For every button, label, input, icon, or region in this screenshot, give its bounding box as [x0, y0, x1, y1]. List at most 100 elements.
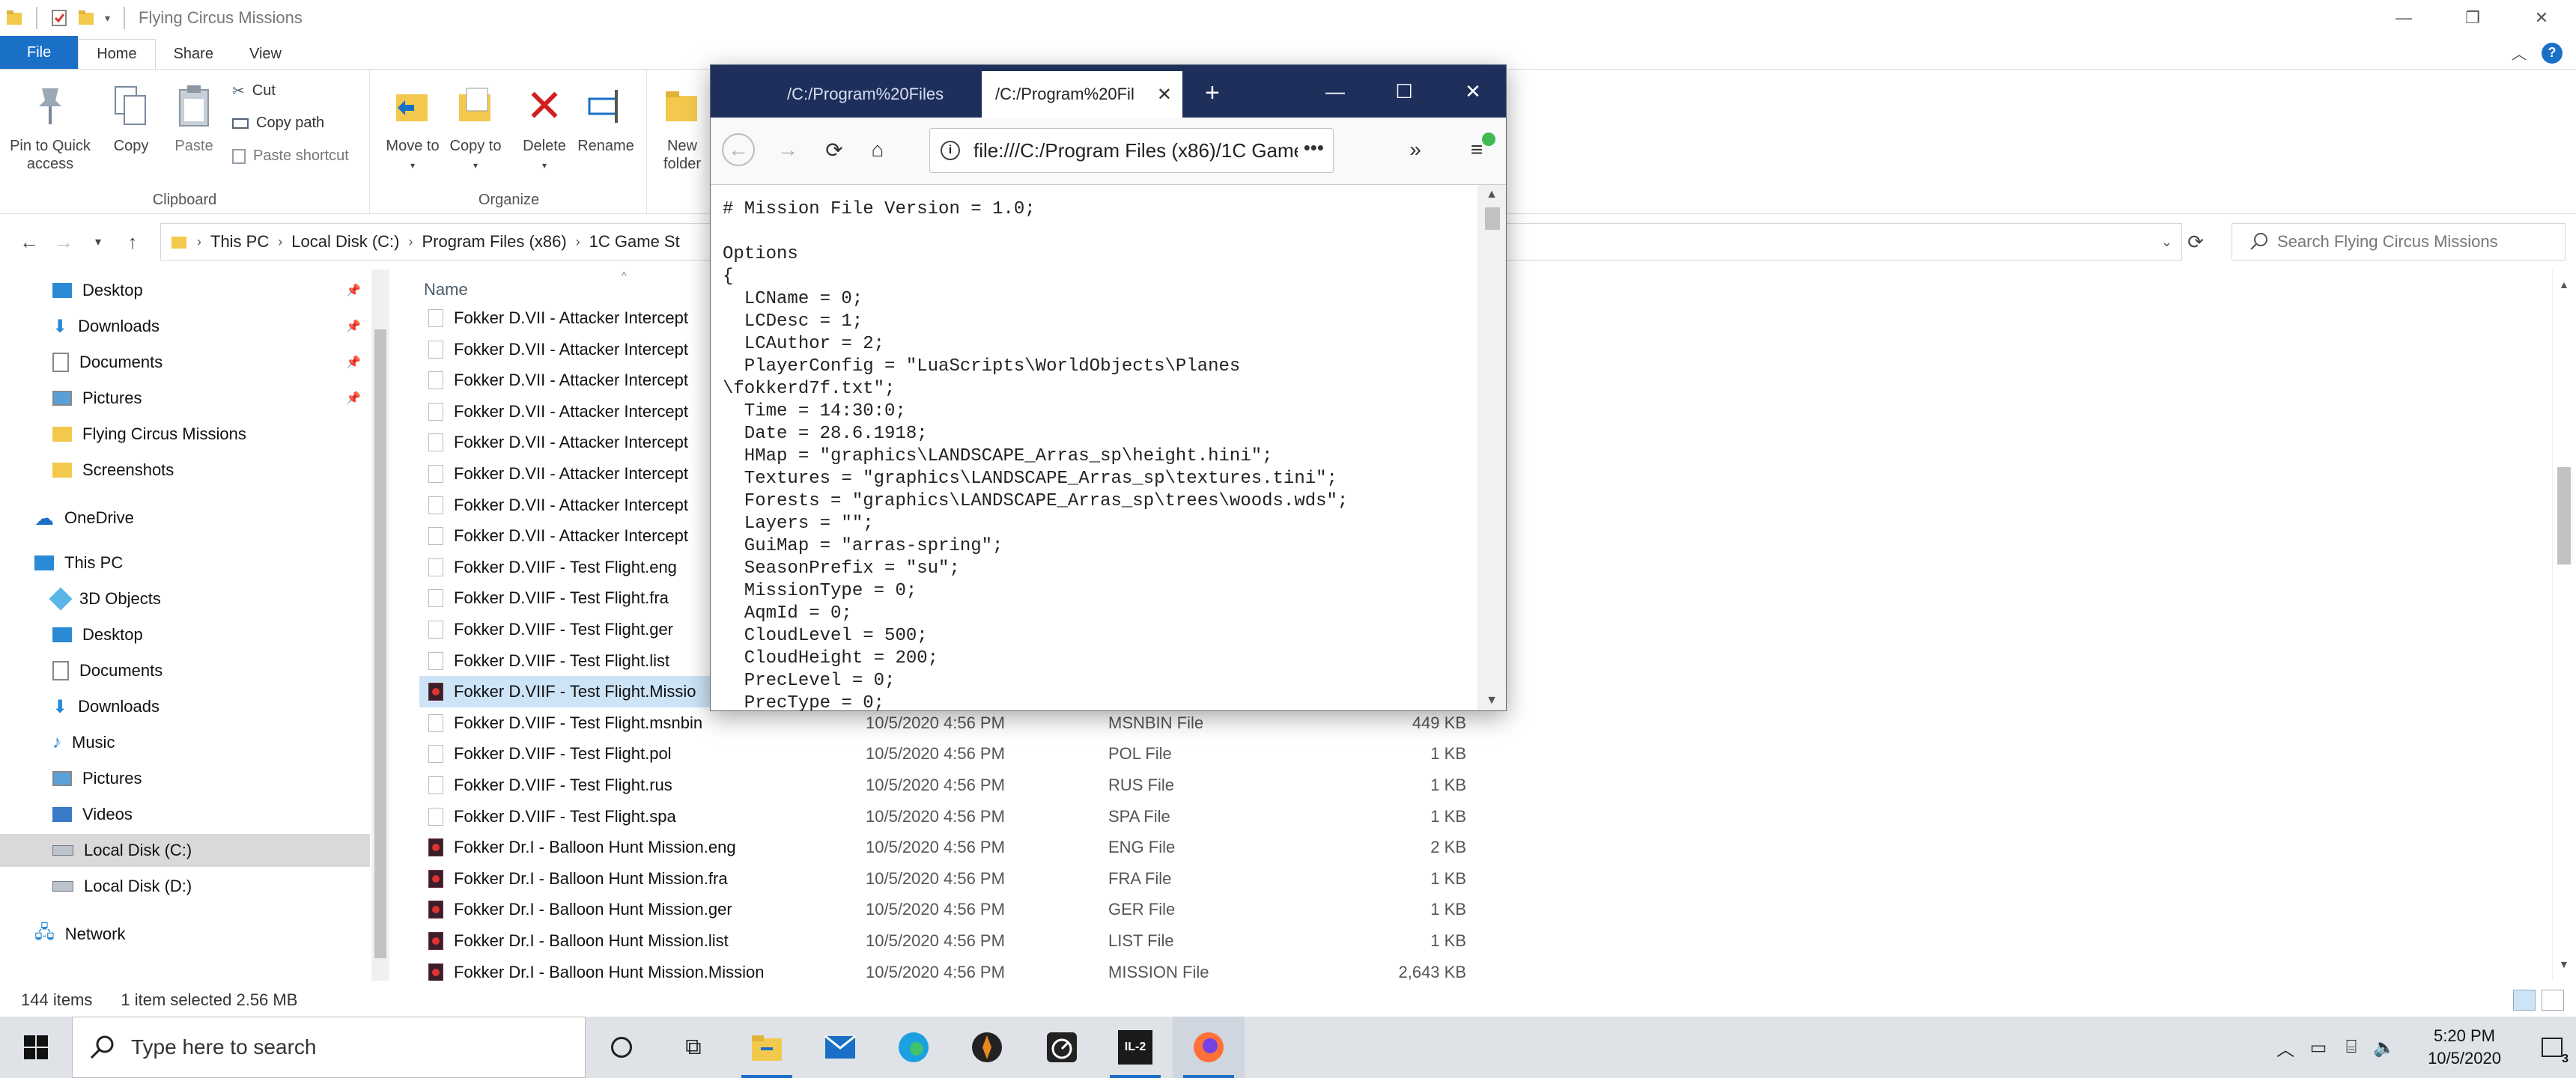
tab-share[interactable]: Share [156, 39, 231, 69]
browser-maximize-button[interactable]: ☐ [1370, 65, 1439, 118]
file-row[interactable]: Fokker Dr.I - Balloon Hunt Mission.list 1… [419, 925, 1498, 957]
collapse-ribbon-icon[interactable]: ︿ [2512, 42, 2527, 64]
file-list-scrollbar[interactable]: ▲ ▼ [2552, 270, 2576, 981]
file-row[interactable]: Fokker D.VIIF - Test Flight.pol 10/5/2020… [419, 738, 1498, 770]
close-button[interactable]: ✕ [2507, 0, 2576, 36]
tab-view[interactable]: View [231, 39, 300, 69]
address-dropdown-icon[interactable]: ⌄ [2161, 234, 2172, 250]
file-row[interactable]: Fokker D.VIIF - Test Flight.msnbin 10/5/2… [419, 707, 1498, 739]
rename-button[interactable]: Rename [565, 80, 647, 155]
start-button[interactable] [0, 1017, 72, 1078]
nav-pc-desktop[interactable]: Desktop [52, 618, 143, 651]
nav-desktop[interactable]: Desktop [52, 274, 143, 307]
pin-quick-access-button[interactable]: Pin to Quick access [9, 80, 91, 173]
nav-flying-circus-missions[interactable]: Flying Circus Missions [52, 418, 246, 451]
file-row[interactable]: Fokker Dr.I - Balloon Hunt Mission.Missi… [419, 957, 1498, 981]
nav-pc-documents[interactable]: Documents [52, 654, 162, 687]
nav-music[interactable]: ♪ Music [52, 726, 115, 759]
network-icon[interactable]: ⌸ [2335, 1037, 2368, 1058]
tab-close-icon[interactable]: ✕ [1157, 84, 1172, 106]
file-list-scrollbar-thumb[interactable] [2557, 467, 2571, 564]
scroll-up-icon[interactable]: ▲ [2559, 278, 2569, 290]
tab-home[interactable]: Home [78, 39, 156, 69]
page-scrollbar-thumb[interactable] [1485, 207, 1500, 230]
qat-dropdown-icon[interactable]: ▾ [105, 12, 110, 25]
overflow-menu-button[interactable]: » [1398, 133, 1433, 167]
refresh-button[interactable]: ⟳ [2172, 223, 2220, 261]
task-view-button[interactable]: ⧉ [657, 1017, 729, 1078]
browser-close-button[interactable]: ✕ [1439, 65, 1506, 118]
nav-videos[interactable]: Videos [52, 798, 133, 831]
properties-icon[interactable] [51, 8, 67, 28]
nav-scrollbar-thumb[interactable] [374, 329, 386, 958]
battery-icon[interactable]: ▭ [2302, 1037, 2335, 1059]
recent-locations-button[interactable]: ▾ [81, 234, 115, 249]
new-folder-icon[interactable] [78, 8, 94, 28]
scroll-down-icon[interactable]: ▼ [2559, 958, 2569, 970]
crumb-this-pc[interactable]: This PC [210, 232, 269, 252]
taskbar-il2[interactable]: IL-2 [1099, 1017, 1171, 1078]
paste-button[interactable]: Paste [153, 80, 235, 155]
nav-local-disk-c[interactable]: Local Disk (C:) [0, 834, 370, 867]
browser-forward-button[interactable]: → [771, 133, 805, 167]
pin-icon[interactable]: 📌 [346, 319, 361, 334]
taskbar-file-explorer[interactable] [731, 1017, 803, 1078]
file-row[interactable]: Fokker D.VIIF - Test Flight.rus 10/5/2020… [419, 770, 1498, 801]
pin-icon[interactable]: 📌 [346, 355, 361, 370]
nav-local-disk-d[interactable]: Local Disk (D:) [52, 870, 192, 903]
taskbar-edge[interactable] [878, 1017, 950, 1078]
taskbar-mail[interactable] [804, 1017, 876, 1078]
taskbar-search-input[interactable]: Type here to search [72, 1017, 586, 1078]
scroll-up-icon[interactable]: ▲ [1477, 188, 1506, 201]
crumb-program-files[interactable]: Program Files (x86) [422, 232, 567, 252]
paste-shortcut-button[interactable]: Paste shortcut [232, 147, 349, 165]
clock[interactable]: 5:20 PM 10/5/2020 [2401, 1025, 2528, 1070]
app-menu-button[interactable]: ≡ [1459, 133, 1495, 167]
browser-tab-active[interactable]: /C:/Program%20Fil ✕ [982, 71, 1182, 118]
home-button[interactable]: ⌂ [860, 133, 895, 167]
nav-this-pc[interactable]: This PC [34, 546, 123, 579]
file-row[interactable]: Fokker D.VIIF - Test Flight.spa 10/5/2020… [419, 801, 1498, 832]
url-bar[interactable]: i file:///C:/Program Files (x86)/1C Game… [929, 128, 1334, 173]
cortana-button[interactable] [586, 1017, 657, 1078]
action-center-button[interactable]: 3 [2528, 1017, 2576, 1078]
nav-scrollbar[interactable] [371, 270, 389, 981]
crumb-1c-game[interactable]: 1C Game St [589, 232, 680, 252]
pin-icon[interactable]: 📌 [346, 391, 361, 406]
large-icons-view-icon[interactable] [2542, 990, 2564, 1011]
cut-button[interactable]: ✂ Cut [232, 82, 276, 100]
restore-button[interactable]: ❐ [2438, 0, 2507, 36]
crumb-local-disk[interactable]: Local Disk (C:) [291, 232, 399, 252]
nav-onedrive[interactable]: ☁ OneDrive [34, 502, 134, 535]
new-folder-button[interactable]: New folder [648, 80, 716, 173]
nav-pc-downloads[interactable]: ⬇ Downloads [52, 690, 160, 723]
up-button[interactable]: ↑ [115, 231, 150, 254]
taskbar-firefox[interactable] [1173, 1017, 1245, 1078]
browser-tab-inactive[interactable]: /C:/Program%20Files% [756, 71, 944, 118]
nav-screenshots[interactable]: Screenshots [52, 454, 174, 487]
back-button[interactable]: ← [12, 231, 46, 254]
copy-path-button[interactable]: Copy path [232, 115, 324, 132]
pin-icon[interactable]: 📌 [346, 283, 361, 298]
nav-network[interactable]: 🖧 Network [34, 918, 125, 951]
file-row[interactable]: Fokker Dr.I - Balloon Hunt Mission.fra 10… [419, 863, 1498, 895]
nav-3d-objects[interactable]: 3D Objects [49, 582, 161, 615]
browser-back-button[interactable]: ← [721, 133, 756, 167]
forward-button[interactable]: → [46, 231, 81, 254]
page-scrollbar[interactable]: ▲ ▼ [1477, 185, 1506, 710]
new-tab-button[interactable]: + [1205, 79, 1220, 108]
details-view-icon[interactable] [2513, 990, 2536, 1011]
tab-file[interactable]: File [0, 36, 79, 69]
taskbar-app-gauge[interactable] [1026, 1017, 1098, 1078]
scroll-down-icon[interactable]: ▼ [1477, 694, 1506, 707]
show-hidden-icons[interactable]: ︿ [2269, 1035, 2302, 1061]
taskbar-app-orange[interactable] [951, 1017, 1023, 1078]
volume-icon[interactable]: 🔈 [2368, 1037, 2401, 1059]
minimize-button[interactable]: — [2369, 0, 2438, 36]
help-icon[interactable]: ? [2542, 42, 2563, 64]
reload-button[interactable]: ⟳ [817, 133, 851, 167]
file-row[interactable]: Fokker Dr.I - Balloon Hunt Mission.ger 10… [419, 894, 1498, 925]
nav-pc-pictures[interactable]: Pictures [52, 762, 142, 795]
file-row[interactable]: Fokker Dr.I - Balloon Hunt Mission.eng 10… [419, 832, 1498, 863]
column-header-name[interactable]: Name [424, 280, 468, 299]
